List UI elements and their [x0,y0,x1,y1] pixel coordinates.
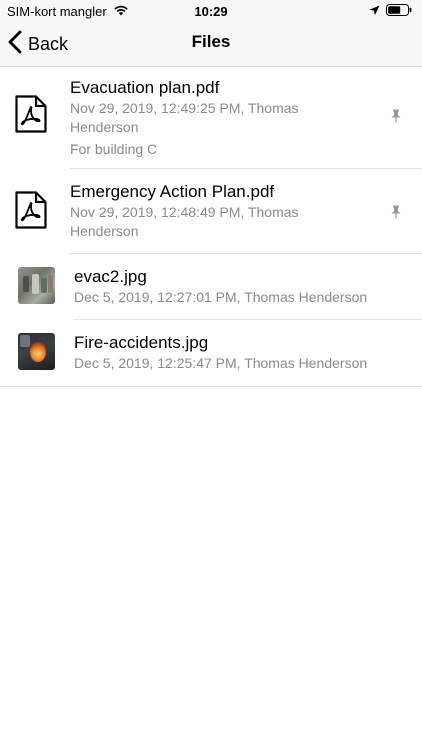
file-name: Fire-accidents.jpg [74,333,209,352]
status-time: 10:29 [194,4,228,19]
navigation-bar: Back Files [0,22,422,67]
file-info: evac2.jpg Dec 5, 2019, 12:27:01 PM, Thom… [74,266,408,307]
file-meta-line: Nov 29, 2019, 12:49:25 PM, Thomas [70,100,299,116]
pin-icon[interactable] [390,205,402,224]
file-meta-line: Henderson [70,119,139,135]
file-row[interactable]: Fire-accidents.jpg Dec 5, 2019, 12:25:47… [0,320,422,387]
file-info: Evacuation plan.pdf Nov 29, 2019, 12:49:… [70,77,382,159]
pdf-document-icon [15,95,47,138]
file-meta: Nov 29, 2019, 12:49:25 PM, Thomas Hender… [70,99,382,137]
image-thumbnail [18,267,55,304]
location-arrow-icon [369,4,380,19]
page-title: Files [191,32,231,51]
file-name: Evacuation plan.pdf [70,78,220,97]
file-list: Evacuation plan.pdf Nov 29, 2019, 12:49:… [0,67,422,387]
file-name: Emergency Action Plan.pdf [70,182,275,201]
status-indicators [369,4,412,19]
pin-icon[interactable] [390,109,402,128]
file-row[interactable]: Evacuation plan.pdf Nov 29, 2019, 12:49:… [0,67,422,169]
file-name: evac2.jpg [74,267,147,286]
file-meta: Dec 5, 2019, 12:27:01 PM, Thomas Henders… [74,289,368,305]
file-meta-line: Henderson [70,223,139,239]
pdf-document-icon [15,191,47,234]
image-thumbnail [18,333,55,370]
file-row[interactable]: Emergency Action Plan.pdf Nov 29, 2019, … [0,169,422,254]
file-meta: Dec 5, 2019, 12:25:47 PM, Thomas Henders… [74,355,368,371]
file-info: Fire-accidents.jpg Dec 5, 2019, 12:25:47… [74,332,408,373]
file-info: Emergency Action Plan.pdf Nov 29, 2019, … [70,181,382,241]
battery-icon [386,4,412,19]
status-bar: SIM-kort mangler 10:29 [0,0,422,22]
file-meta: Nov 29, 2019, 12:48:49 PM, Thomas Hender… [70,203,382,241]
file-row[interactable]: evac2.jpg Dec 5, 2019, 12:27:01 PM, Thom… [0,254,422,320]
file-meta-line: Nov 29, 2019, 12:48:49 PM, Thomas [70,204,299,220]
file-note: For building C [70,141,158,157]
